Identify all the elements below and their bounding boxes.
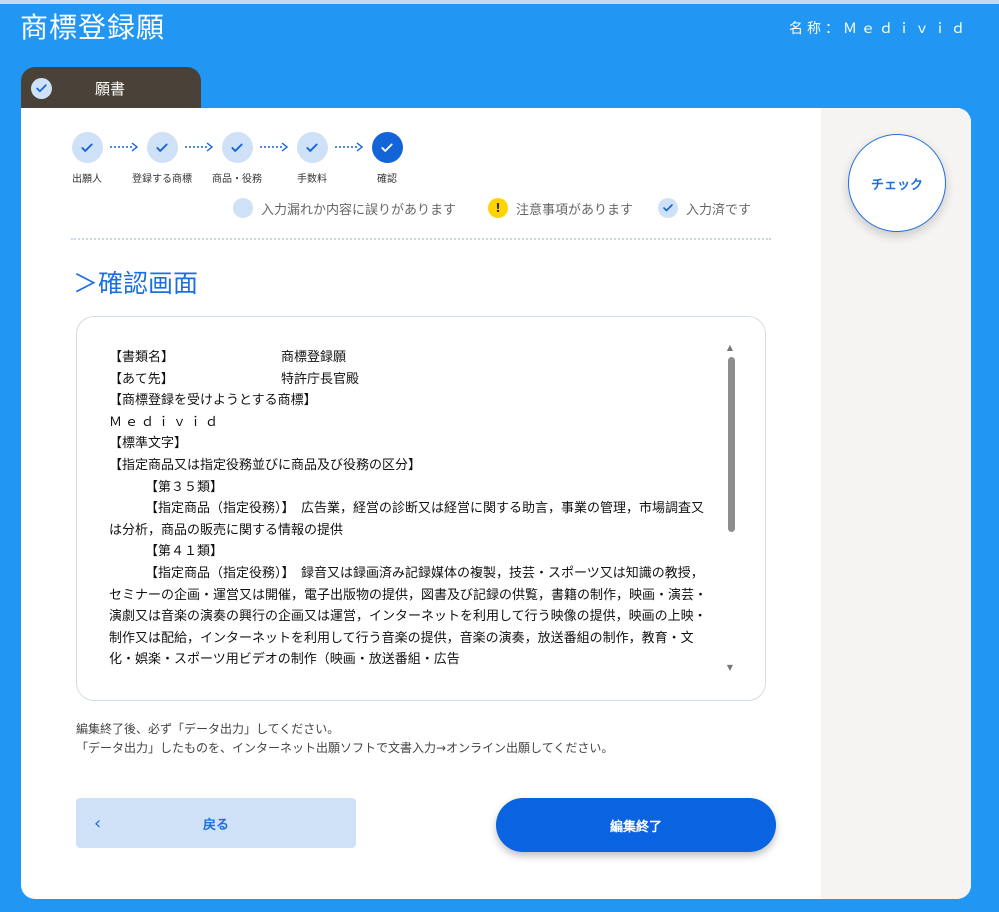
check-icon [31,78,52,99]
trademark-name-label: 名称：Ｍｅｄｉｖｉｄ [789,21,969,37]
legend-done-text: 入力済です [686,202,752,218]
app-title: 商標登録願 [20,11,166,44]
legend-error-text: 入力漏れか内容に誤りがあります [261,202,457,218]
step-label: 登録する商標 [132,174,192,185]
document-preview[interactable]: 【書類名】 商標登録願 【あて先】 特許庁長官殿 【商標登録を受けようとする商標】 … [76,316,766,701]
doc-line: 【標準文字】 [109,436,188,452]
back-label: 戻る [202,818,229,833]
legend-warning: ! 注意事項があります [488,198,633,218]
section-title: ＞確認画面 [73,269,199,298]
legend-done: 入力済です [658,198,751,218]
doc-line: 【指定商品（指定役務）】 広告業，経営の診断又は経営に関する助言，事業の管理，市… [109,501,705,538]
tab-application[interactable]: 願書 [21,67,201,109]
top-border [0,0,999,4]
document-text: 【書類名】 商標登録願 【あて先】 特許庁長官殿 【商標登録を受けようとする商標】 … [109,347,715,677]
doc-line: Ｍｅｄｉｖｉｄ [109,414,222,430]
doc-line: 【指定商品（指定役務）】 録音又は録画済み記録媒体の複製，技芸・スポーツ又は知識… [109,565,708,668]
step-label: 手数料 [297,174,327,185]
scrollbar-thumb[interactable] [728,357,735,532]
back-button[interactable]: ‹ 戻る [76,798,356,848]
step-confirm[interactable]: 確認 [351,132,423,185]
check-icon [221,132,253,163]
legend-error: 入力漏れか内容に誤りがあります [233,198,456,218]
main-card: チェック 出願人 登録する商標 商品・役務 手数料 確認 入力漏れか内容に誤りが… [21,108,971,899]
check-icon [71,132,103,163]
check-icon [296,132,328,163]
step-label: 商品・役務 [212,174,262,185]
check-icon [371,132,403,163]
doc-line: 【指定商品又は指定役務並びに商品及び役務の区分】 [109,457,422,473]
warning-icon: ! [488,198,508,218]
scroll-up-icon[interactable]: ▲ [725,343,735,353]
step-label: 確認 [377,174,397,185]
tab-label: 願書 [95,80,126,98]
finish-editing-button[interactable]: 編集終了 [496,798,776,852]
empty-circle-icon [233,198,253,218]
check-button[interactable]: チェック [848,134,946,232]
instructions: 編集終了後、必ず「データ出力」してください。 「データ出力」したものを、インター… [76,720,613,758]
instruction-line: 「データ出力」したものを、インターネット出願ソフトで文書入力→オンライン出願して… [76,741,614,755]
scroll-down-icon[interactable]: ▼ [725,663,735,673]
check-icon [146,132,178,163]
instruction-line: 編集終了後、必ず「データ出力」してください。 [76,722,340,736]
doc-line: 【第４１類】 [145,544,224,560]
doc-line: 【商標登録を受けようとする商標】 [109,393,317,409]
legend-warning-text: 注意事項があります [516,202,634,218]
doc-line: 【あて先】 特許庁長官殿 [109,371,360,387]
doc-line: 【書類名】 商標登録願 [109,350,347,365]
check-icon [658,198,678,218]
divider [71,238,771,240]
step-label: 出願人 [72,174,102,185]
doc-line: 【第３５類】 [145,479,224,495]
